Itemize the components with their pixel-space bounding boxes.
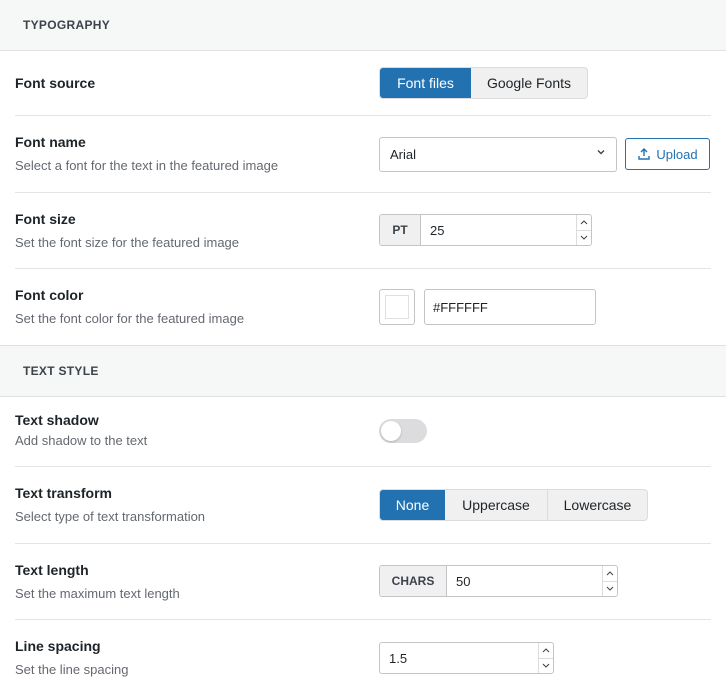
color-preview	[385, 295, 409, 319]
chevron-down-icon[interactable]	[577, 229, 591, 246]
text-shadow-label: Text shadow	[15, 412, 99, 428]
divider	[15, 619, 711, 620]
toggle-knob	[381, 421, 401, 441]
font-color-hex-input[interactable]: #FFFFFF	[424, 289, 596, 325]
text-transform-option-uppercase[interactable]: Uppercase	[445, 490, 547, 520]
font-name-select[interactable]: Arial	[379, 137, 617, 172]
upload-button[interactable]: Upload	[625, 138, 710, 170]
font-color-description: Set the font color for the featured imag…	[15, 311, 245, 326]
text-length-description: Set the maximum text length	[15, 586, 180, 601]
chevron-up-icon[interactable]	[539, 643, 553, 658]
divider	[15, 268, 711, 269]
divider	[15, 192, 711, 193]
font-size-unit: PT	[380, 215, 421, 245]
upload-icon	[638, 148, 651, 160]
chevron-down-icon[interactable]	[539, 657, 553, 674]
line-spacing-label: Line spacing	[15, 638, 101, 654]
chevron-down-icon[interactable]	[603, 580, 617, 597]
text-shadow-toggle[interactable]	[379, 419, 427, 443]
text-transform-option-lowercase[interactable]: Lowercase	[547, 490, 647, 520]
font-name-value: Arial	[390, 147, 417, 162]
line-spacing-input[interactable]: 1.5	[379, 642, 554, 674]
text-length-stepper[interactable]	[602, 566, 617, 596]
text-transform-toggle: None Uppercase Lowercase	[379, 489, 648, 521]
upload-button-label: Upload	[656, 146, 698, 162]
text-transform-description: Select type of text transformation	[15, 509, 206, 524]
text-shadow-description: Add shadow to the text	[15, 433, 148, 448]
font-size-value[interactable]: 25	[421, 215, 576, 245]
text-length-label: Text length	[15, 562, 89, 578]
font-source-label: Font source	[15, 75, 96, 91]
font-source-option-font-files[interactable]: Font files	[380, 68, 471, 98]
section-title: TEXT STYLE	[23, 364, 99, 378]
chevron-down-icon	[597, 150, 605, 155]
text-transform-label: Text transform	[15, 485, 112, 501]
font-size-description: Set the font size for the featured image	[15, 235, 240, 250]
font-color-swatch[interactable]	[379, 289, 415, 325]
font-source-toggle: Font files Google Fonts	[379, 67, 588, 99]
font-name-description: Select a font for the text in the featur…	[15, 158, 279, 173]
section-header-text-style: TEXT STYLE	[0, 345, 726, 397]
chevron-up-icon[interactable]	[603, 566, 617, 581]
font-size-stepper[interactable]	[576, 215, 591, 245]
font-size-label: Font size	[15, 211, 76, 227]
line-spacing-stepper[interactable]	[538, 643, 553, 673]
section-title: TYPOGRAPHY	[23, 18, 111, 32]
text-transform-option-none[interactable]: None	[380, 490, 445, 520]
font-color-label: Font color	[15, 287, 84, 303]
divider	[15, 466, 711, 467]
divider	[15, 115, 711, 116]
line-spacing-value[interactable]: 1.5	[380, 643, 538, 673]
font-size-input[interactable]: PT 25	[379, 214, 592, 246]
line-spacing-description: Set the line spacing	[15, 662, 129, 677]
section-header-typography: TYPOGRAPHY	[0, 0, 726, 51]
font-name-label: Font name	[15, 134, 86, 150]
chevron-up-icon[interactable]	[577, 215, 591, 230]
text-length-unit: CHARS	[380, 566, 447, 596]
text-length-input[interactable]: CHARS 50	[379, 565, 618, 597]
divider	[15, 543, 711, 544]
font-color-value: #FFFFFF	[433, 299, 488, 315]
font-source-option-google-fonts[interactable]: Google Fonts	[471, 68, 587, 98]
text-length-value[interactable]: 50	[447, 566, 602, 596]
